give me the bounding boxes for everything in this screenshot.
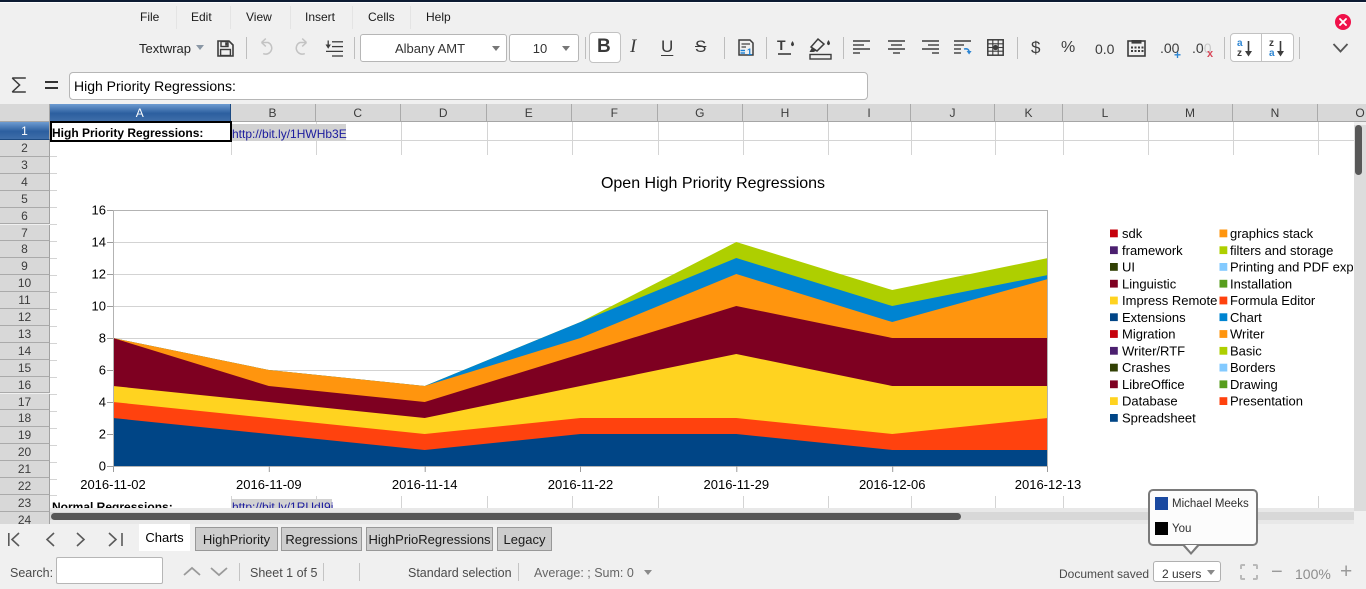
svg-text:Installation: Installation: [1230, 276, 1292, 291]
svg-text:4: 4: [99, 395, 106, 410]
svg-text:Presentation: Presentation: [1230, 394, 1303, 409]
svg-text:2016-11-02: 2016-11-02: [80, 477, 146, 492]
svg-text:Basic: Basic: [1230, 343, 1262, 358]
svg-text:Printing and PDF export: Printing and PDF export: [1230, 260, 1354, 275]
svg-text:14: 14: [92, 235, 106, 250]
svg-text:6: 6: [99, 363, 106, 378]
svg-text:2016-11-29: 2016-11-29: [704, 477, 770, 492]
svg-text:Open High Priority Regressions: Open High Priority Regressions: [601, 175, 825, 192]
svg-text:graphics stack: graphics stack: [1230, 226, 1314, 241]
svg-text:sdk: sdk: [1122, 226, 1143, 241]
svg-text:Writer/RTF: Writer/RTF: [1122, 343, 1185, 358]
svg-text:Extensions: Extensions: [1122, 310, 1186, 325]
svg-text:a: a: [1269, 48, 1275, 58]
svg-text:16: 16: [92, 203, 106, 218]
svg-text:Chart: Chart: [1230, 310, 1262, 325]
svg-text:12: 12: [92, 267, 106, 282]
svg-text:2016-11-22: 2016-11-22: [548, 477, 614, 492]
svg-text:2016-12-13: 2016-12-13: [1015, 477, 1082, 492]
svg-text:8: 8: [99, 331, 106, 346]
svg-text:Drawing: Drawing: [1230, 377, 1278, 392]
svg-text:Writer: Writer: [1230, 327, 1265, 342]
svg-text:filters and storage: filters and storage: [1230, 243, 1333, 258]
svg-text:Spreadsheet: Spreadsheet: [1122, 411, 1196, 426]
svg-text:T: T: [777, 38, 786, 53]
svg-text:Migration: Migration: [1122, 327, 1175, 342]
svg-text:z: z: [1237, 48, 1242, 58]
svg-text:Linguistic: Linguistic: [1122, 276, 1177, 291]
svg-text:2016-12-06: 2016-12-06: [859, 477, 926, 492]
svg-text:Database: Database: [1122, 394, 1178, 409]
svg-text:UI: UI: [1122, 260, 1135, 275]
svg-text:Crashes: Crashes: [1122, 360, 1171, 375]
svg-text:2: 2: [99, 427, 106, 442]
svg-text:2016-11-09: 2016-11-09: [236, 477, 302, 492]
svg-text:0: 0: [99, 459, 106, 474]
svg-text:Impress Remote: Impress Remote: [1122, 293, 1217, 308]
svg-text:2016-11-14: 2016-11-14: [392, 477, 458, 492]
svg-text:Formula Editor: Formula Editor: [1230, 293, 1316, 308]
svg-text:framework: framework: [1122, 243, 1183, 258]
svg-text:Borders: Borders: [1230, 360, 1276, 375]
svg-text:10: 10: [92, 299, 106, 314]
svg-text:1: 1: [747, 47, 752, 56]
svg-text:LibreOffice: LibreOffice: [1122, 377, 1185, 392]
